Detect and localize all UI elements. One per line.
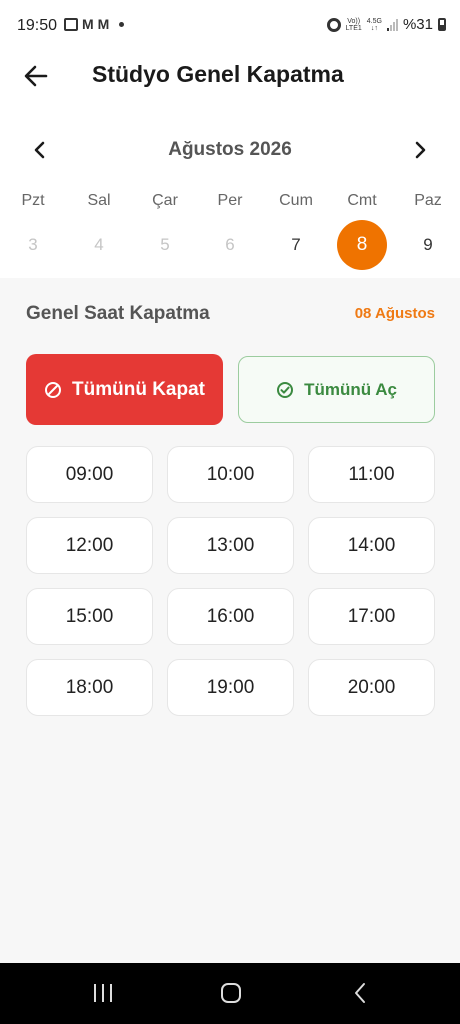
back-button[interactable] xyxy=(20,60,52,92)
next-month-button[interactable] xyxy=(406,136,434,164)
app-header: Stüdyo Genel Kapatma xyxy=(0,52,460,100)
weekday-label: Pzt xyxy=(21,192,45,209)
block-icon xyxy=(45,381,61,398)
time-slot-button[interactable]: 13:00 xyxy=(167,517,294,574)
volte-indicator: Vo)) LTE1 xyxy=(345,17,362,32)
weekday-label: Cum xyxy=(279,192,313,209)
time-slot-button[interactable]: 17:00 xyxy=(308,588,435,645)
day-row: 3 4 5 6 7 8 9 xyxy=(0,220,460,270)
day-cell[interactable]: 5 xyxy=(140,220,190,270)
recents-icon xyxy=(94,984,112,1002)
system-back-button[interactable] xyxy=(348,981,374,1005)
image-notification-icon xyxy=(64,18,78,31)
page-title: Stüdyo Genel Kapatma xyxy=(92,61,344,87)
battery-percent: %31 xyxy=(402,16,433,33)
weekday-label: Per xyxy=(217,192,243,209)
system-nav-bar xyxy=(0,963,460,1024)
close-all-label: Tümünü Kapat xyxy=(72,378,205,400)
status-right: Vo)) LTE1 4.5G ↓↑ %31 xyxy=(326,16,446,33)
time-slot-button[interactable]: 14:00 xyxy=(308,517,435,574)
gmail-notification-icon: M xyxy=(97,16,110,32)
day-cell[interactable]: 3 xyxy=(8,220,58,270)
arrow-left-icon xyxy=(24,65,48,87)
time-slot-button[interactable]: 15:00 xyxy=(26,588,153,645)
time-slot-button[interactable]: 10:00 xyxy=(167,446,294,503)
system-back-icon xyxy=(355,983,365,1003)
gmail-notification-icon: M xyxy=(82,16,94,32)
weekday-label: Paz xyxy=(414,192,442,209)
network-gen-indicator: 4.5G ↓↑ xyxy=(366,17,382,32)
weekday-row: Pzt Sal Çar Per Cum Cmt Paz xyxy=(0,192,460,216)
time-slot-button[interactable]: 11:00 xyxy=(308,446,435,503)
battery-icon xyxy=(438,18,446,31)
home-button[interactable] xyxy=(218,981,244,1005)
open-all-button[interactable]: Tümünü Aç xyxy=(238,356,435,423)
selected-date-label: 08 Ağustos xyxy=(354,305,435,322)
home-icon xyxy=(221,983,241,1003)
day-cell[interactable]: 9 xyxy=(403,220,453,270)
notification-icons: M M xyxy=(64,16,125,32)
weekday-label: Cmt xyxy=(347,192,377,209)
day-cell[interactable]: 7 xyxy=(271,220,321,270)
close-all-button[interactable]: Tümünü Kapat xyxy=(26,354,223,425)
alarm-icon xyxy=(326,17,341,32)
month-label: Ağustos 2026 xyxy=(168,139,292,160)
day-cell[interactable]: 4 xyxy=(74,220,124,270)
status-time: 19:50 xyxy=(17,17,58,34)
weekday-label: Çar xyxy=(152,192,178,209)
status-bar: 19:50 M M Vo)) LTE1 4.5G ↓↑ %31 xyxy=(0,0,460,52)
signal-icon xyxy=(386,18,398,31)
day-cell-selected[interactable]: 8 xyxy=(337,220,387,270)
recents-button[interactable] xyxy=(90,981,116,1005)
check-circle-icon xyxy=(277,381,294,398)
time-slot-button[interactable]: 20:00 xyxy=(308,659,435,716)
time-slot-button[interactable]: 19:00 xyxy=(167,659,294,716)
month-navigation: Ağustos 2026 xyxy=(0,130,460,170)
weekday-label: Sal xyxy=(87,192,111,209)
time-slot-button[interactable]: 16:00 xyxy=(167,588,294,645)
chevron-right-icon xyxy=(415,141,426,159)
section-title: Genel Saat Kapatma xyxy=(26,303,210,324)
more-notifications-icon xyxy=(119,22,125,27)
open-all-label: Tümünü Aç xyxy=(304,379,397,399)
day-cell[interactable]: 6 xyxy=(205,220,255,270)
time-slot-button[interactable]: 12:00 xyxy=(26,517,153,574)
time-slot-button[interactable]: 09:00 xyxy=(26,446,153,503)
time-slot-button[interactable]: 18:00 xyxy=(26,659,153,716)
